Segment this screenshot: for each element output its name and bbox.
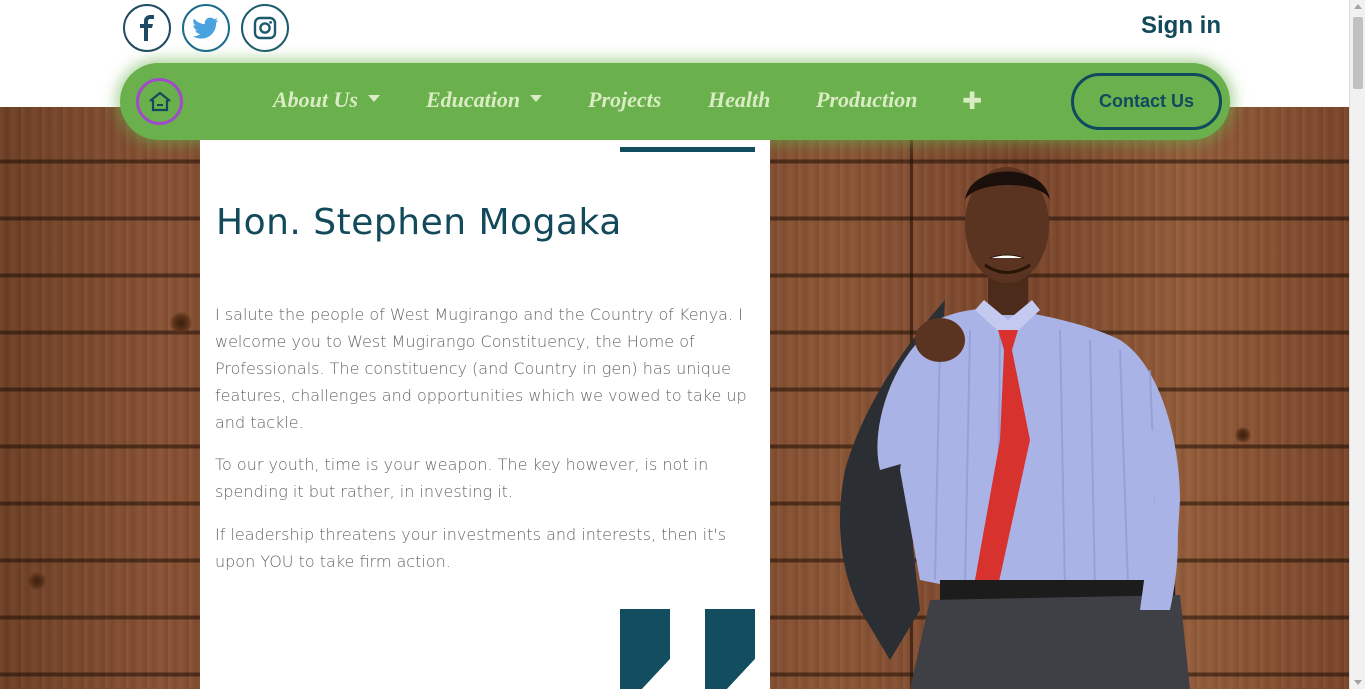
nav-item-projects[interactable]: Projects xyxy=(588,87,661,113)
main-nav: About Us Education Projects Health Produ… xyxy=(120,63,1230,140)
sign-in-link[interactable]: Sign in xyxy=(1141,12,1221,40)
portrait-photo xyxy=(770,140,1349,689)
plus-icon[interactable]: ✚ xyxy=(962,87,982,115)
scroll-up-icon[interactable] xyxy=(1354,4,1362,9)
page-title: Hon. Stephen Mogaka xyxy=(216,202,622,243)
instagram-icon xyxy=(253,16,277,40)
caret-down-icon xyxy=(367,95,380,103)
facebook-link[interactable] xyxy=(123,4,171,52)
scroll-down-icon[interactable] xyxy=(1354,680,1362,685)
caret-down-icon xyxy=(530,95,543,103)
twitter-icon xyxy=(193,17,218,39)
nav-item-about-us[interactable]: About Us xyxy=(273,87,380,113)
nav-item-education[interactable]: Education xyxy=(426,87,543,113)
home-icon xyxy=(148,91,171,111)
intro-paragraph: I salute the people of West Mugirango an… xyxy=(215,305,747,432)
contact-us-button[interactable]: Contact Us xyxy=(1071,73,1222,130)
accent-bar xyxy=(620,147,755,152)
facebook-icon xyxy=(140,15,154,41)
quote-mark-icon xyxy=(620,609,670,689)
instagram-link[interactable] xyxy=(241,4,289,52)
intro-card: Hon. Stephen Mogaka I salute the people … xyxy=(200,140,770,689)
nav-item-production[interactable]: Production xyxy=(816,87,917,113)
nav-item-label: About Us xyxy=(273,87,358,112)
page-scrollbar[interactable] xyxy=(1349,0,1365,689)
person-figure xyxy=(840,167,1190,689)
nav-item-health[interactable]: Health xyxy=(708,87,770,113)
wood-knot xyxy=(170,312,192,334)
quote-mark-icon xyxy=(705,609,755,689)
scrollbar-thumb[interactable] xyxy=(1353,17,1363,89)
intro-paragraph: If leadership threatens your investments… xyxy=(215,525,727,571)
twitter-link[interactable] xyxy=(182,4,230,52)
intro-paragraph: To our youth, time is your weapon. The k… xyxy=(215,455,709,501)
wood-knot xyxy=(28,572,46,590)
home-button[interactable] xyxy=(136,78,183,125)
nav-item-label: Education xyxy=(426,87,521,112)
